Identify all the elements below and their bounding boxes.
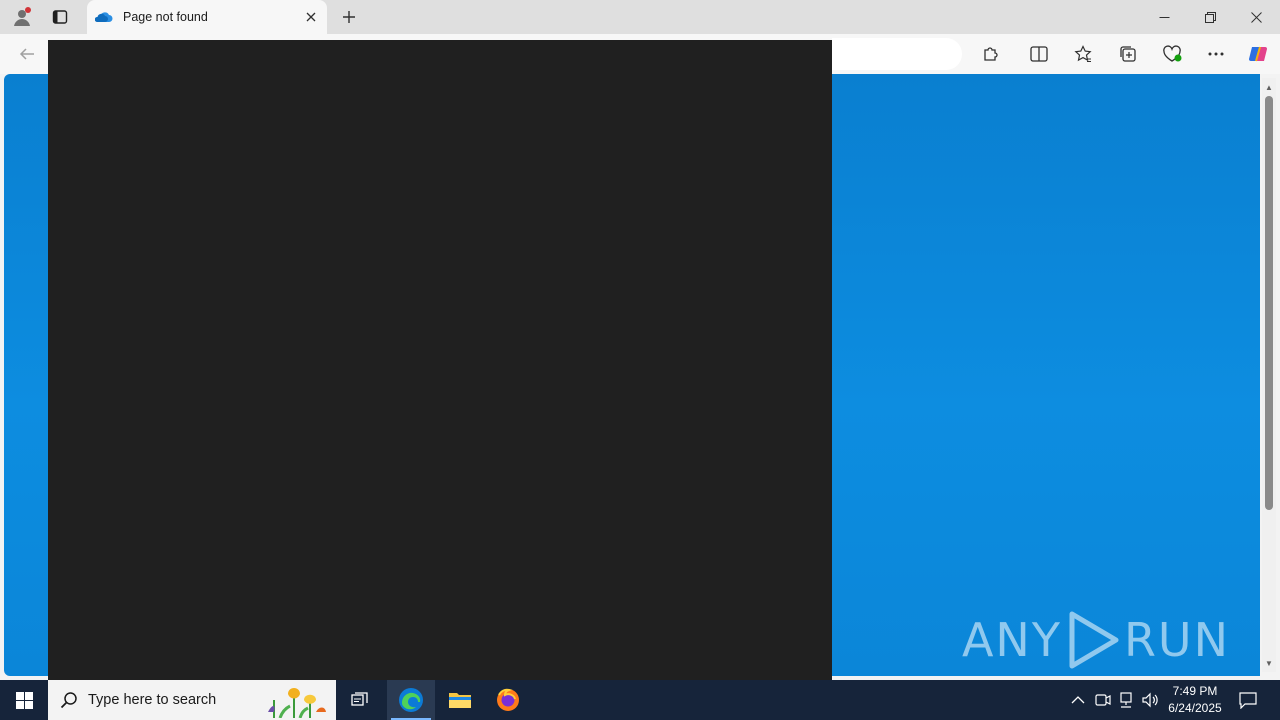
edge-icon bbox=[399, 688, 423, 712]
taskbar-clock[interactable]: 7:49 PM 6/24/2025 bbox=[1162, 683, 1228, 717]
browser-essentials-button[interactable] bbox=[1157, 40, 1187, 68]
profile-icon bbox=[14, 7, 31, 26]
tab-close-button[interactable] bbox=[301, 7, 321, 27]
search-placeholder: Type here to search bbox=[88, 692, 217, 708]
dark-overlay-window bbox=[48, 40, 832, 680]
notification-center-button[interactable] bbox=[1238, 690, 1258, 710]
collections-icon bbox=[1120, 46, 1136, 62]
tray-meet-now-button[interactable] bbox=[1093, 690, 1113, 710]
tray-network-button[interactable] bbox=[1116, 690, 1136, 710]
restore-icon bbox=[1204, 11, 1216, 23]
close-icon bbox=[306, 12, 316, 22]
notification-icon bbox=[1239, 692, 1257, 709]
split-screen-button[interactable] bbox=[1024, 40, 1054, 68]
firefox-icon bbox=[497, 688, 519, 711]
cloud-icon bbox=[95, 12, 113, 23]
browser-title-bar: Page not found bbox=[0, 0, 1280, 34]
puzzle-icon bbox=[984, 47, 998, 61]
back-arrow-icon bbox=[19, 48, 34, 60]
scroll-down-arrow-icon[interactable]: ▼ bbox=[1264, 658, 1274, 668]
search-icon bbox=[60, 692, 77, 709]
copilot-button[interactable] bbox=[1243, 40, 1273, 68]
restore-button[interactable] bbox=[1187, 0, 1233, 34]
tab-page-not-found[interactable]: Page not found bbox=[87, 0, 327, 34]
new-tab-button[interactable] bbox=[336, 4, 362, 30]
tray-show-hidden-button[interactable] bbox=[1068, 690, 1088, 710]
heart-pulse-icon bbox=[1163, 45, 1182, 62]
network-icon bbox=[1120, 692, 1132, 708]
taskbar: Type here to search 7:49 PM 6/24/2025 bbox=[0, 680, 1280, 720]
favorites-star-icon bbox=[1074, 45, 1092, 62]
settings-more-button[interactable] bbox=[1201, 40, 1231, 68]
split-screen-icon bbox=[1030, 46, 1048, 62]
task-view-icon bbox=[351, 692, 368, 706]
folder-icon bbox=[449, 693, 471, 708]
minimize-icon bbox=[1159, 16, 1169, 18]
scrollbar-thumb[interactable] bbox=[1265, 96, 1273, 510]
profile-button[interactable] bbox=[2, 0, 42, 34]
minimize-button[interactable] bbox=[1141, 0, 1187, 34]
scroll-up-arrow-icon[interactable]: ▲ bbox=[1264, 82, 1274, 92]
watermark-text-left: ANY bbox=[961, 613, 1062, 667]
play-logo-icon bbox=[1069, 611, 1119, 669]
close-window-button[interactable] bbox=[1233, 0, 1279, 34]
vertical-scrollbar[interactable]: ▲ ▼ bbox=[1262, 78, 1276, 672]
copilot-icon bbox=[1249, 46, 1267, 62]
tab-actions-icon bbox=[52, 10, 68, 24]
address-bar-right-segment[interactable] bbox=[832, 38, 962, 70]
tray-volume-button[interactable] bbox=[1141, 690, 1161, 710]
clock-date: 6/24/2025 bbox=[1168, 701, 1222, 715]
start-button[interactable] bbox=[0, 680, 48, 720]
windows-logo-icon bbox=[15, 691, 33, 709]
tab-title: Page not found bbox=[123, 10, 208, 24]
anyrun-watermark: ANY RUN bbox=[962, 610, 1230, 670]
taskbar-search-box[interactable]: Type here to search bbox=[48, 680, 336, 720]
extensions-button[interactable] bbox=[976, 40, 1006, 68]
favorites-button[interactable] bbox=[1068, 40, 1098, 68]
clock-time: 7:49 PM bbox=[1172, 684, 1218, 698]
watermark-text-right: RUN bbox=[1123, 613, 1230, 667]
taskbar-file-explorer-button[interactable] bbox=[436, 680, 484, 720]
tab-actions-button[interactable] bbox=[40, 0, 80, 34]
tulips-illustration-icon bbox=[268, 688, 326, 718]
close-icon bbox=[1250, 11, 1262, 23]
task-view-button[interactable] bbox=[336, 680, 384, 720]
camera-icon bbox=[1095, 694, 1111, 706]
taskbar-firefox-button[interactable] bbox=[484, 680, 532, 720]
plus-icon bbox=[343, 11, 355, 23]
speaker-icon bbox=[1142, 692, 1158, 708]
more-dots-icon bbox=[1208, 52, 1224, 56]
collections-button[interactable] bbox=[1113, 40, 1143, 68]
back-button[interactable] bbox=[12, 40, 42, 68]
chevron-up-icon bbox=[1071, 696, 1085, 704]
taskbar-edge-button[interactable] bbox=[387, 680, 435, 720]
